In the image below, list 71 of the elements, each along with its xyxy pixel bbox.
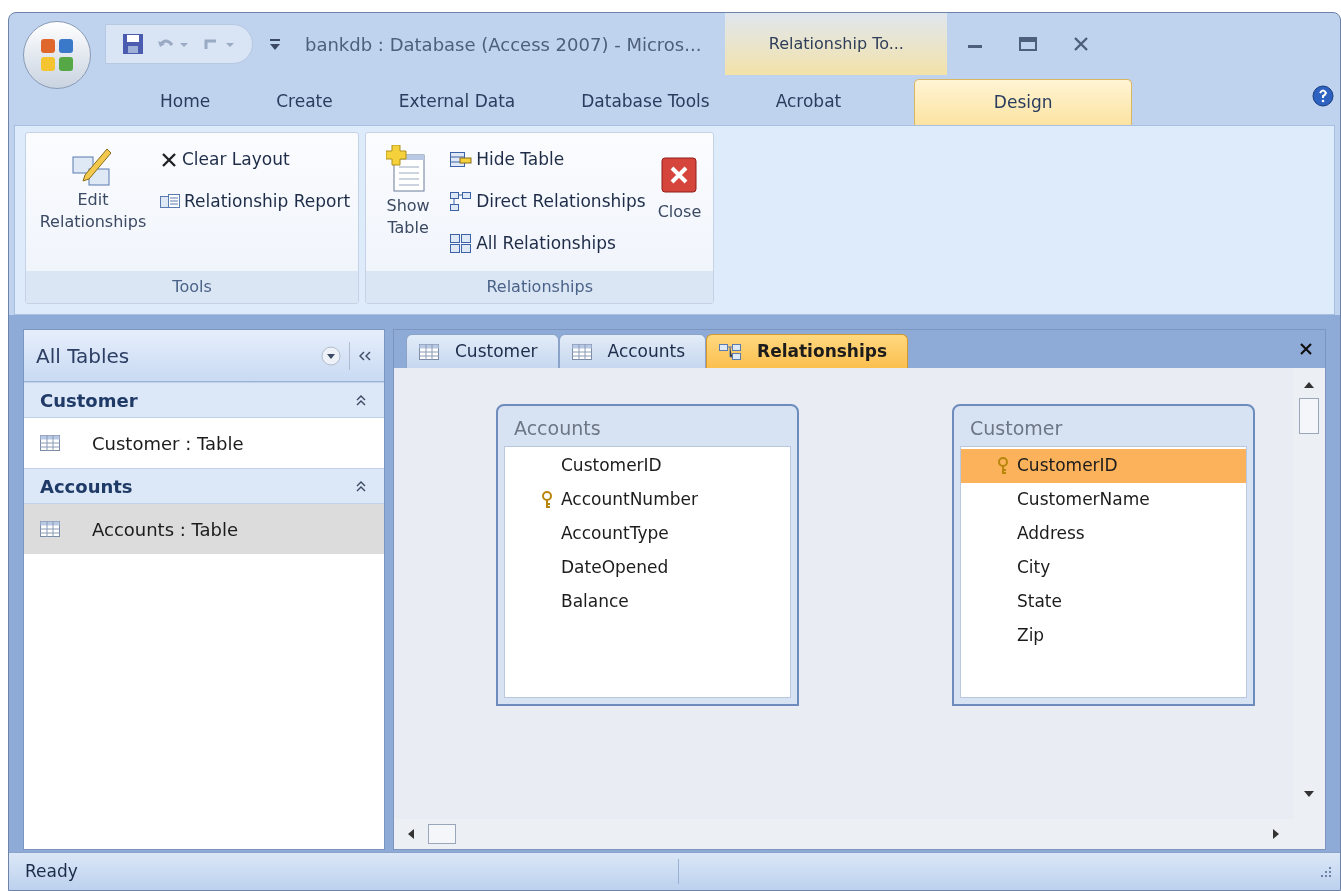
scroll-thumb[interactable] [1299, 398, 1319, 434]
scroll-up-icon[interactable] [1303, 380, 1315, 390]
group-label: Relationships [366, 271, 714, 303]
group-header[interactable]: Customer [24, 382, 384, 418]
field-row[interactable]: Balance [505, 585, 790, 619]
save-icon[interactable] [122, 33, 144, 55]
help-icon[interactable] [1312, 85, 1334, 107]
ribbon-tab[interactable]: Create [243, 79, 366, 125]
close-icon [661, 157, 698, 193]
dropdown-icon[interactable] [321, 345, 341, 366]
scroll-down-icon[interactable] [1303, 789, 1315, 799]
table-icon [571, 343, 592, 360]
field-row[interactable]: CustomerID [505, 449, 790, 483]
all-relationships-icon [450, 234, 473, 254]
hide-table-icon [450, 152, 473, 168]
document-tab[interactable]: Customer [406, 334, 559, 368]
ribbon-tab[interactable]: Home [127, 79, 244, 125]
group-header[interactable]: Accounts [24, 468, 384, 504]
table-icon [40, 521, 60, 537]
direct-relationships-icon [450, 192, 473, 212]
close-tab-icon[interactable] [1299, 342, 1313, 356]
x-icon [160, 151, 178, 169]
collapse-group-icon [354, 479, 368, 493]
relationships-icon [719, 343, 742, 360]
close-icon[interactable] [1073, 36, 1090, 52]
scroll-right-icon[interactable] [1271, 828, 1281, 840]
ribbon-button[interactable]: All Relationships [450, 225, 646, 263]
contextual-tab-group: Relationship To... [725, 13, 948, 75]
field-row[interactable]: City [961, 551, 1246, 585]
table-field-list[interactable]: Customer CustomerID CustomerName Address City State Zip [952, 404, 1255, 706]
field-row[interactable]: AccountType [505, 517, 790, 551]
ribbon-tab[interactable]: Design [914, 79, 1133, 125]
table-icon [419, 343, 439, 360]
ribbon-button[interactable]: Clear Layout [160, 141, 351, 179]
field-row[interactable]: Address [961, 517, 1246, 551]
field-row[interactable]: Zip [961, 619, 1246, 653]
maximize-icon[interactable] [1019, 36, 1038, 52]
field-list-title: Customer [969, 415, 1064, 441]
nav-item[interactable]: Accounts : Table [24, 504, 384, 554]
report-icon [160, 194, 180, 210]
ribbon-button[interactable]: Close [653, 137, 706, 223]
ribbon-tab[interactable]: External Data [365, 79, 549, 125]
ribbon-tab[interactable]: Database Tools [548, 79, 743, 125]
ribbon-tab[interactable]: Acrobat [742, 79, 875, 125]
table-icon [40, 435, 60, 451]
field-row[interactable]: CustomerName [961, 483, 1246, 517]
key-icon [541, 491, 553, 509]
field-row[interactable]: CustomerID [961, 449, 1246, 483]
ribbon-button[interactable]: Show Table [374, 137, 443, 239]
document-tab[interactable]: Relationships [706, 334, 909, 368]
window-title: bankdb : Database (Access 2007) - Micros... [305, 32, 702, 57]
field-row[interactable]: State [961, 585, 1246, 619]
collapse-group-icon [354, 393, 368, 407]
field-list-title: Accounts [513, 415, 602, 441]
status-text: Ready [9, 858, 679, 885]
document-tab[interactable]: Accounts [558, 334, 707, 368]
resize-grip-icon[interactable] [1318, 864, 1332, 879]
customize-icon[interactable] [269, 37, 281, 51]
key-icon [997, 457, 1009, 475]
ribbon-button[interactable]: Relationship Report [160, 183, 351, 221]
ribbon-button[interactable]: Edit Relationships [34, 137, 152, 233]
pane-title: All Tables [36, 342, 131, 370]
scroll-thumb[interactable] [428, 824, 456, 844]
ribbon-button[interactable]: Hide Table [450, 141, 646, 179]
ribbon-button[interactable]: Direct Relationships [450, 183, 646, 221]
office-logo-icon [39, 37, 75, 73]
field-row[interactable]: AccountNumber [505, 483, 790, 517]
table-field-list[interactable]: Accounts CustomerID AccountNumber AccountType DateOpened Balance [496, 404, 799, 706]
group-label: Tools [26, 271, 359, 303]
field-row[interactable]: DateOpened [505, 551, 790, 585]
scroll-left-icon[interactable] [406, 828, 416, 840]
